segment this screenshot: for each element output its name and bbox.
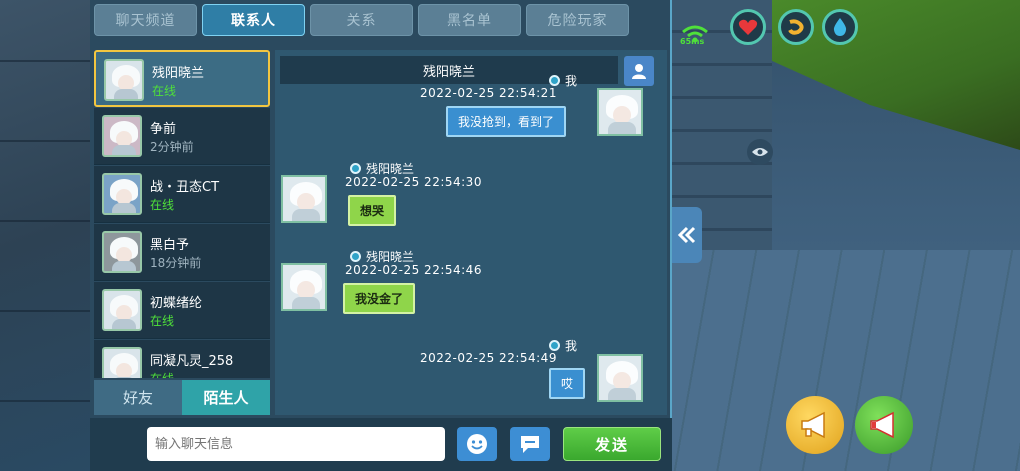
contact-name: 残阳晓兰 — [152, 66, 205, 81]
ping-value: 65ms — [680, 37, 705, 46]
double-chevron-left-icon — [677, 226, 696, 244]
message-bubble[interactable]: 想哭 — [348, 195, 397, 226]
view-toggle-button[interactable] — [747, 139, 773, 165]
tab-relations[interactable]: 关系 — [310, 4, 413, 36]
water-drop-icon — [833, 18, 847, 36]
contact-item[interactable]: 黑白予 18分钟前 — [94, 224, 270, 281]
avatar — [102, 289, 142, 331]
sender-icon — [549, 75, 560, 86]
hunger-indicator — [778, 9, 814, 45]
tab-bar: 聊天频道 联系人 关系 黑名单 危险玩家 — [90, 4, 672, 40]
game-floor — [672, 250, 1020, 471]
message-bubble[interactable]: 我没抢到，看到了 — [446, 106, 567, 137]
collapse-panel-button[interactable] — [672, 207, 702, 263]
smiley-icon — [467, 434, 487, 454]
avatar — [597, 354, 643, 402]
chat-input[interactable] — [147, 427, 445, 461]
contact-name: 同凝凡灵_258 — [150, 354, 234, 369]
thirst-indicator — [822, 9, 858, 45]
message-time: 2022-02-25 22:54:46 — [345, 263, 482, 277]
emoji-button[interactable] — [457, 427, 497, 461]
contact-item[interactable]: 争前 2分钟前 — [94, 108, 270, 165]
loudspeaker-icon — [870, 411, 894, 439]
message-time: 2022-02-25 22:54:49 — [420, 351, 557, 365]
profile-button[interactable] — [624, 56, 654, 86]
social-panel: 聊天频道 联系人 关系 黑名单 危险玩家 残阳晓兰 在线 争前 2分钟前 战・丑… — [90, 0, 672, 471]
stomach-icon — [788, 19, 804, 35]
avatar — [281, 263, 327, 311]
quick-phrase-button[interactable] — [510, 427, 550, 461]
health-indicator — [730, 9, 766, 45]
megaphone-icon — [801, 411, 825, 439]
avatar — [102, 347, 142, 378]
contact-name: 黑白予 — [150, 238, 190, 253]
contact-list[interactable]: 残阳晓兰 在线 争前 2分钟前 战・丑态CT 在线 黑白予 18分钟前 初蝶绪纶… — [94, 50, 270, 378]
avatar — [104, 59, 144, 101]
tab-friends[interactable]: 好友 — [94, 380, 182, 415]
user-icon — [632, 64, 646, 79]
eye-icon — [752, 148, 768, 156]
contact-status: 在线 — [152, 84, 177, 98]
contact-status: 在线 — [150, 370, 174, 378]
chat-input-bar: 发送 — [90, 418, 672, 471]
heart-icon — [738, 19, 758, 35]
contact-status: 18分钟前 — [150, 256, 202, 270]
contact-name: 争前 — [150, 122, 177, 137]
contact-item[interactable]: 残阳晓兰 在线 — [94, 50, 270, 107]
speech-bubble-icon — [521, 436, 539, 453]
message-time: 2022-02-25 22:54:30 — [345, 175, 482, 189]
broadcast-button[interactable] — [855, 396, 913, 454]
avatar — [281, 175, 327, 223]
send-button[interactable]: 发送 — [563, 427, 661, 461]
tab-dangerous-players[interactable]: 危险玩家 — [526, 4, 629, 36]
contact-name: 初蝶绪纶 — [150, 296, 203, 311]
game-world-left — [0, 0, 95, 471]
contact-status: 在线 — [150, 314, 175, 328]
tab-blacklist[interactable]: 黑名单 — [418, 4, 521, 36]
tab-chat-channel[interactable]: 聊天频道 — [94, 4, 197, 36]
tab-strangers[interactable]: 陌生人 — [182, 380, 270, 415]
sender-icon — [549, 340, 560, 351]
avatar — [597, 88, 643, 136]
message-bubble[interactable]: 我没金了 — [343, 283, 416, 314]
contact-status: 在线 — [150, 198, 175, 212]
chat-window: 残阳晓兰 我 2022-02-25 22:54:21 我没抢到，看到了 残阳晓兰… — [275, 50, 667, 415]
contact-name: 战・丑态CT — [150, 180, 220, 195]
contact-type-tabs: 好友 陌生人 — [94, 380, 270, 415]
megaphone-button[interactable] — [786, 396, 844, 454]
contact-status: 2分钟前 — [150, 140, 194, 154]
sender-icon — [350, 163, 361, 174]
contact-item[interactable]: 初蝶绪纶 在线 — [94, 282, 270, 339]
avatar — [102, 173, 142, 215]
message-time: 2022-02-25 22:54:21 — [420, 86, 557, 100]
contact-item[interactable]: 同凝凡灵_258 在线 — [94, 340, 270, 378]
avatar — [102, 115, 142, 157]
sender-icon — [350, 251, 361, 262]
tab-contacts[interactable]: 联系人 — [202, 4, 305, 36]
avatar — [102, 231, 142, 273]
message-bubble[interactable]: 哎 — [549, 368, 586, 399]
contact-item[interactable]: 战・丑态CT 在线 — [94, 166, 270, 223]
